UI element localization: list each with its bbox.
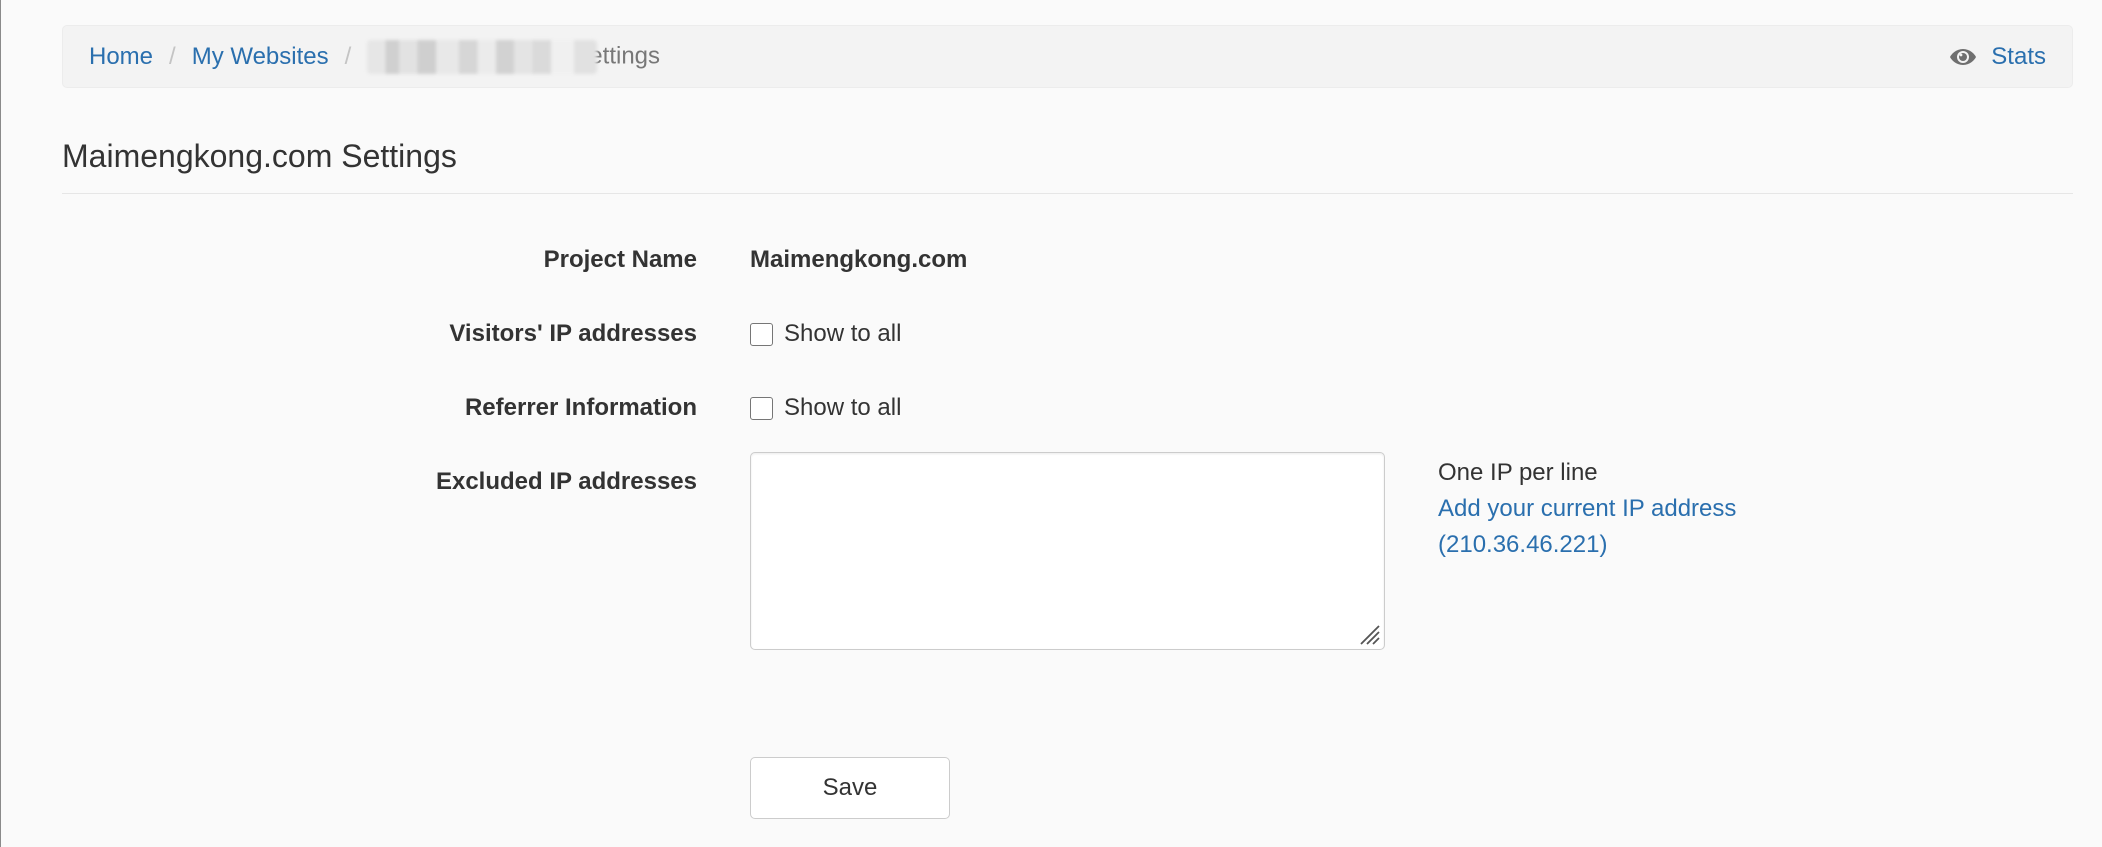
project-name-label: Project Name [543,246,697,273]
referrer-label: Referrer Information [464,394,697,421]
excluded-ips-label: Excluded IP addresses [435,468,697,495]
referrer-show-to-all-checkbox[interactable] [750,396,773,420]
visitors-ip-show-to-all-checkbox[interactable] [750,322,773,346]
breadcrumb-home-link[interactable]: Home [89,43,153,71]
save-button[interactable]: Save [750,757,950,819]
visitors-ip-option: Show to all [750,320,901,348]
project-name-value: Maimengkong.com [750,246,968,273]
visitors-ip-label: Visitors' IP addresses [449,320,697,347]
breadcrumb: Home / My Websites / ettings Stats [62,25,2073,88]
page-title: Maimengkong.com Settings [62,138,457,174]
excluded-ips-help: One IP per line Add your current IP addr… [1438,455,1736,563]
breadcrumb-separator: / [169,42,176,70]
title-divider [62,193,2073,194]
referrer-option: Show to all [750,394,901,422]
eye-icon [1949,47,1977,67]
excluded-ips-textarea[interactable] [750,452,1385,650]
referrer-checkbox-label: Show to all [784,394,902,421]
breadcrumb-current: ettings [367,39,661,74]
page-frame: Home / My Websites / ettings Stats Maime… [0,0,2102,847]
visitors-ip-checkbox-label: Show to all [784,320,902,347]
add-current-ip-label: Add your current IP address [1438,495,1737,522]
breadcrumb-separator: / [344,42,352,70]
breadcrumb-current-suffix: ettings [589,41,661,69]
stats-label: Stats [1991,42,2046,70]
add-current-ip-link[interactable]: Add your current IP address (210.36.46.2… [1438,491,1736,563]
stats-link[interactable]: Stats [1949,43,2046,71]
one-ip-per-line-text: One IP per line [1438,459,1598,486]
current-ip-value: (210.36.46.221) [1438,531,1608,558]
resize-grip-icon[interactable] [1357,622,1381,646]
redacted-blur [367,39,598,74]
breadcrumb-my-websites-link[interactable]: My Websites [192,43,329,71]
